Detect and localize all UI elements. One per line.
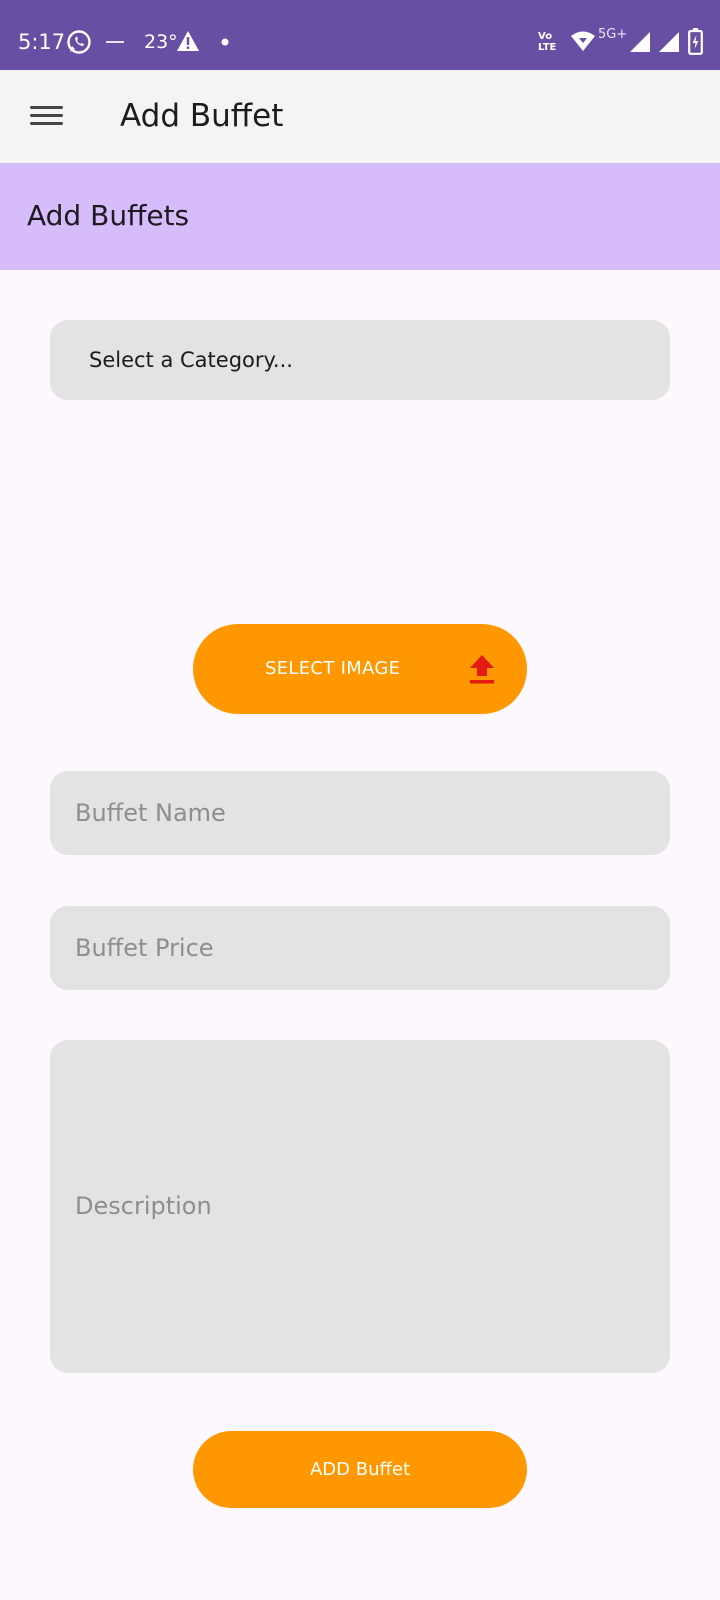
app-bar: Add Buffet (0, 70, 720, 163)
page-title: Add Buffet (120, 98, 284, 134)
select-image-label: SELECT IMAGE (265, 658, 401, 679)
add-buffet-label: ADD Buffet (309, 1459, 411, 1480)
description-placeholder: Description (75, 1192, 212, 1220)
notification-icon (106, 41, 124, 43)
category-select[interactable]: Select a Category... (50, 320, 670, 400)
status-bar: 5:17 23° Vo LTE 5G+ (0, 0, 720, 70)
upload-icon (470, 655, 494, 684)
select-image-button[interactable]: SELECT IMAGE (193, 624, 527, 714)
status-time: 5:17 (18, 30, 66, 54)
dot-icon (221, 38, 229, 46)
buffet-name-placeholder: Buffet Name (75, 799, 226, 827)
category-select-value: Select a Category... (89, 348, 293, 372)
network-type-label: 5G+ (598, 27, 628, 42)
battery-icon (688, 28, 703, 55)
buffet-price-field[interactable]: Buffet Price (50, 906, 670, 990)
hamburger-menu-icon[interactable] (30, 106, 63, 126)
section-header: Add Buffets (0, 163, 720, 270)
section-title: Add Buffets (27, 199, 190, 232)
whatsapp-icon (67, 30, 91, 54)
wifi-icon (571, 31, 595, 51)
buffet-name-field[interactable]: Buffet Name (50, 771, 670, 855)
warning-icon (177, 31, 199, 51)
temperature-text: 23° (144, 31, 178, 53)
signal-icon (630, 32, 650, 52)
add-buffet-button[interactable]: ADD Buffet (193, 1431, 527, 1508)
description-field[interactable]: Description (50, 1040, 670, 1373)
buffet-price-placeholder: Buffet Price (75, 934, 214, 962)
volte-icon: Vo LTE (538, 31, 557, 53)
signal-icon (659, 32, 679, 52)
